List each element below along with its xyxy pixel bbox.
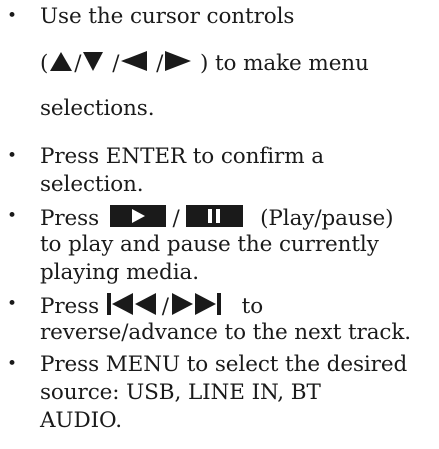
pause-icon	[186, 204, 244, 234]
list-item-text: Press ENTER to confirm a	[40, 144, 324, 169]
bullet-marker: •	[7, 146, 17, 166]
list-item-text: Press / (Play/pause)	[40, 204, 394, 234]
fast-forward-icon	[169, 292, 225, 322]
rewind-icon	[106, 292, 162, 322]
list-item-text: selections.	[40, 96, 155, 121]
arrow-down-icon	[81, 50, 105, 78]
list-item-text: Press / to	[40, 292, 263, 322]
bullet-marker: •	[7, 6, 17, 26]
list-item-text: source: USB, LINE IN, BT	[40, 380, 321, 405]
list-item-text: selection.	[40, 172, 144, 197]
list-item-text: Press MENU to select the desired	[40, 352, 408, 377]
arrow-right-icon	[163, 50, 193, 78]
play-icon	[109, 204, 166, 234]
list-item-text: reverse/advance to the next track.	[40, 320, 412, 345]
list-item-text: AUDIO.	[40, 408, 122, 433]
arrow-up-icon	[48, 50, 74, 78]
arrow-left-icon	[119, 50, 149, 78]
list-item-text: Use the cursor controls	[40, 4, 295, 29]
bullet-marker: •	[7, 294, 17, 314]
bullet-marker: •	[7, 206, 17, 226]
list-item-text: (/ / / ) to make menu	[40, 50, 369, 78]
list-item-text: playing media.	[40, 260, 199, 285]
list-item-text: to play and pause the currently	[40, 232, 379, 257]
bullet-marker: •	[7, 354, 17, 374]
